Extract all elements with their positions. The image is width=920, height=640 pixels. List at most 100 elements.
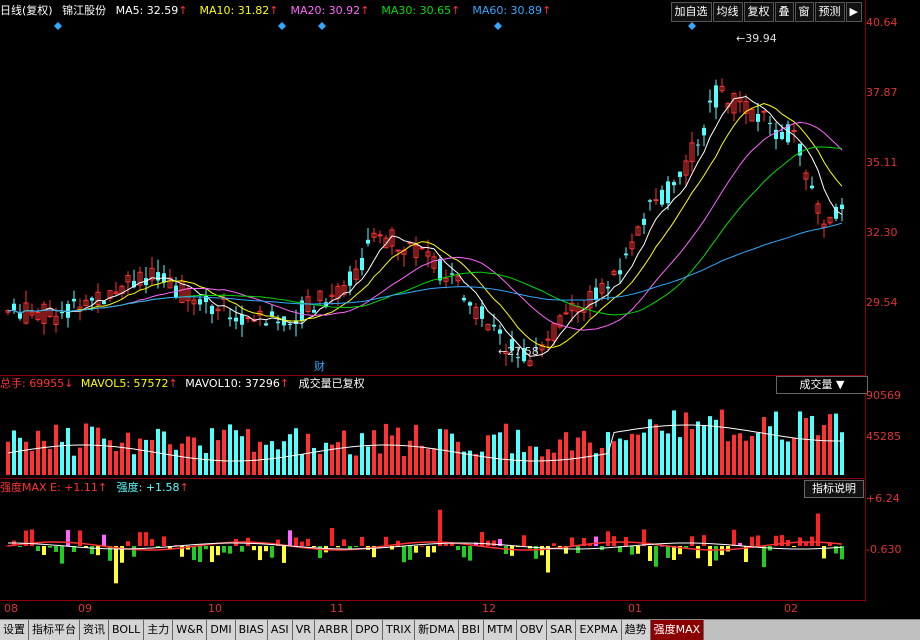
tab-SAR[interactable]: SAR [547, 620, 577, 640]
volume-bar [180, 443, 184, 475]
tab-DMI[interactable]: DMI [207, 620, 236, 640]
strength-bar [672, 546, 676, 560]
up-arrow-icon: ↑ [451, 4, 461, 17]
ma-label: MA5: 32.59↑ [115, 4, 188, 17]
indicator-select[interactable]: 成交量 ▼ [776, 376, 868, 394]
tab-指标平台[interactable]: 指标平台 [29, 620, 80, 640]
strength-bar [102, 534, 106, 546]
candle-body [240, 314, 244, 325]
candle-body [791, 130, 797, 133]
ma-label: MA30: 30.65↑ [381, 4, 461, 17]
volume-bar [672, 410, 676, 475]
tab-BIAS[interactable]: BIAS [235, 620, 268, 640]
toolbar-button[interactable]: 复权 [743, 2, 774, 22]
volume-bar [522, 452, 526, 475]
volume-bar [486, 435, 490, 475]
volume-bar [582, 430, 586, 475]
toolbar-button[interactable]: 加自选 [670, 2, 712, 22]
candle-body [780, 131, 784, 140]
financial-report-marker[interactable]: 财 [314, 358, 325, 374]
candle-body [714, 85, 718, 108]
toolbar-button[interactable]: 均线 [712, 2, 743, 22]
candle-body [438, 258, 442, 281]
volume-bar [396, 427, 400, 475]
candle-body [366, 239, 370, 244]
date-label: 11 [330, 602, 344, 615]
volume-bar [600, 448, 604, 475]
date-label: 10 [208, 602, 222, 615]
toolbar-button[interactable]: 预测 [814, 2, 845, 22]
tab-资讯[interactable]: 资讯 [80, 620, 109, 640]
tab-OBV[interactable]: OBV [516, 620, 548, 640]
candle-body [198, 299, 202, 305]
candle-body [288, 324, 292, 326]
strength-bar [216, 546, 220, 556]
strength-bar [576, 546, 580, 554]
candle-body [653, 199, 659, 202]
tab-VR[interactable]: VR [292, 620, 315, 640]
strength-bar [708, 546, 712, 567]
tab-DPO[interactable]: DPO [352, 620, 383, 640]
strength-bar [240, 546, 244, 552]
tab-ASI[interactable]: ASI [267, 620, 293, 640]
volume-bar [348, 454, 352, 475]
event-marker-icon [278, 22, 286, 30]
volume-bar [342, 430, 346, 475]
volume-bar [372, 430, 376, 475]
candle-body [102, 301, 106, 305]
date-axis: 08 09 10 11 12 01 02 [0, 602, 866, 618]
tab-设置[interactable]: 设置 [0, 620, 29, 640]
strength-bar [138, 532, 142, 546]
volume-bar [96, 427, 100, 475]
candle-body [642, 218, 646, 225]
volume-bar [612, 441, 616, 475]
toolbar-button[interactable]: 窗 [794, 2, 814, 22]
volume-bar [6, 441, 10, 475]
divider [0, 478, 866, 479]
tab-BBI[interactable]: BBI [458, 620, 484, 640]
strength-bar [132, 546, 136, 557]
toolbar-button[interactable]: 叠 [774, 2, 794, 22]
strength-chart [6, 509, 844, 584]
volume-bar [444, 429, 448, 475]
volume-bar [546, 449, 550, 475]
tab-BOLL[interactable]: BOLL [109, 620, 145, 640]
tab-EXPMA[interactable]: EXPMA [576, 620, 622, 640]
tab-W&R[interactable]: W&R [173, 620, 208, 640]
strength-bar [570, 537, 574, 546]
candle-body [210, 305, 214, 315]
volume-bar [714, 419, 718, 475]
candle-body [840, 204, 844, 210]
toolbar-button[interactable]: ▶ [845, 2, 862, 22]
strength-bar [420, 545, 424, 547]
tab-主力[interactable]: 主力 [144, 620, 174, 640]
volume-axis-mid: 45285 [866, 430, 901, 443]
volume-bar [240, 436, 244, 475]
strength-bar [330, 528, 334, 546]
tab-强度MAX[interactable]: 强度MAX [650, 620, 705, 640]
strength-bar [300, 541, 304, 546]
low-label: ←27.58 [498, 345, 539, 358]
strength-bar [66, 530, 70, 546]
candle-body [377, 234, 383, 237]
tab-TRIX[interactable]: TRIX [382, 620, 416, 640]
tab-ARBR[interactable]: ARBR [314, 620, 353, 640]
ma-legend: MA5: 32.59↑ MA10: 31.82↑ MA20: 30.92↑ MA30:… [116, 4, 564, 17]
volume-bar [282, 441, 286, 475]
candle-body [264, 323, 268, 326]
strength-bar [60, 546, 64, 564]
volume-bar [618, 438, 622, 475]
tab-新DMA[interactable]: 新DMA [415, 620, 459, 640]
strength-bar [522, 535, 526, 546]
strength-bar [204, 546, 208, 550]
tab-MTM[interactable]: MTM [483, 620, 517, 640]
price-axis-label: 32.30 [866, 226, 898, 239]
price-axis-label: 35.11 [866, 156, 898, 169]
volume-bar [660, 430, 664, 475]
ma-line [7, 102, 843, 348]
volume-bar [702, 425, 706, 475]
strength-bar [444, 543, 448, 546]
strength-bar [552, 543, 556, 546]
up-arrow-icon: ↑ [269, 4, 279, 17]
tab-趋势[interactable]: 趋势 [621, 620, 651, 640]
